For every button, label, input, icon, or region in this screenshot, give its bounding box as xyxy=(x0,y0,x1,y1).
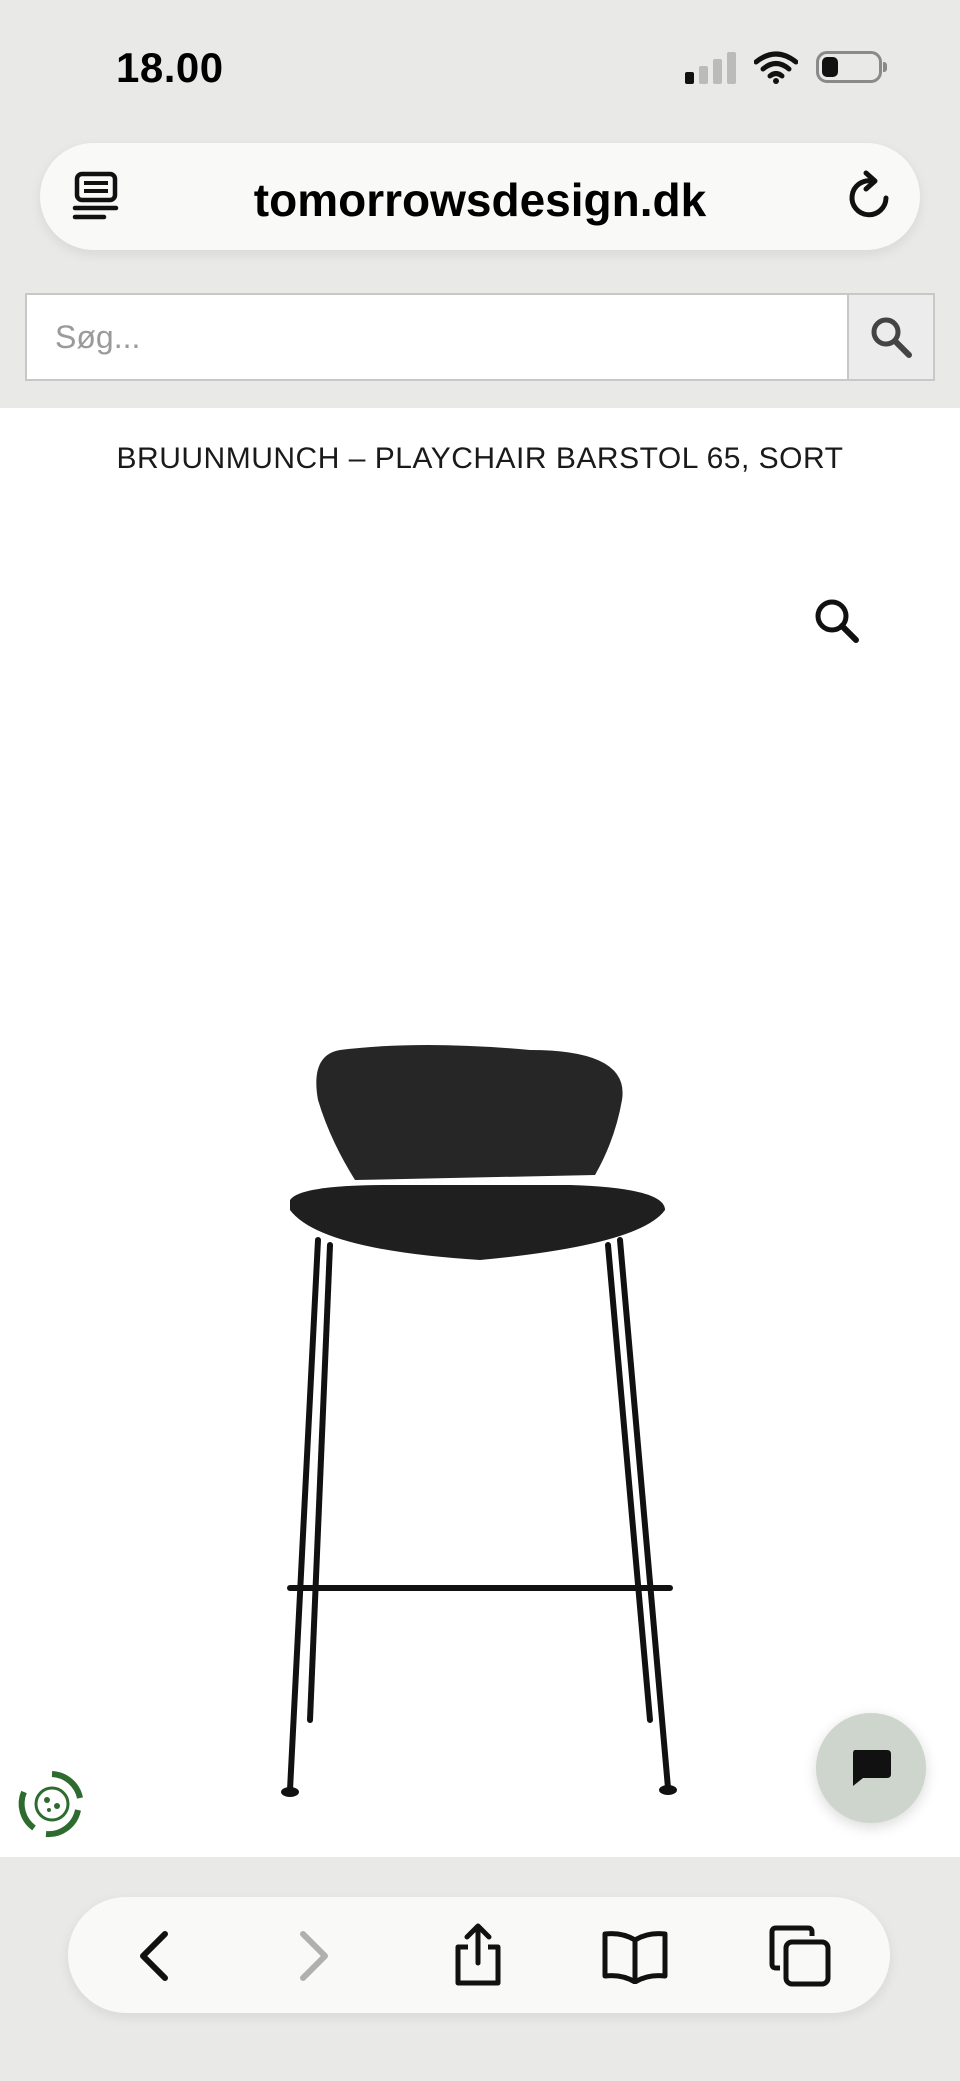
share-icon xyxy=(455,1923,501,1986)
bookmarks-icon xyxy=(602,1931,668,1984)
tabs-icon xyxy=(769,1925,831,1987)
forward-icon xyxy=(300,1931,328,1981)
tabs-button[interactable] xyxy=(765,1921,835,1991)
status-icons xyxy=(685,50,887,84)
forward-button[interactable] xyxy=(278,1921,348,1991)
back-button[interactable] xyxy=(120,1921,190,1991)
product-title: BRUUNMUNCH – PLAYCHAIR BARSTOL 65, SORT xyxy=(116,442,844,475)
top-browser-chrome: 18.00 tomorrowsdesign.dk xyxy=(0,0,960,408)
search-icon xyxy=(871,317,912,358)
back-icon xyxy=(140,1931,168,1981)
chat-bubble-icon xyxy=(853,1750,891,1786)
zoom-icon[interactable] xyxy=(812,596,862,646)
url-text[interactable]: tomorrowsdesign.dk xyxy=(40,173,920,227)
site-search xyxy=(25,293,935,381)
cellular-signal-icon xyxy=(685,50,736,84)
battery-level xyxy=(822,57,839,77)
search-button[interactable] xyxy=(849,293,935,381)
bookmarks-button[interactable] xyxy=(600,1921,670,1991)
wifi-icon xyxy=(754,51,798,84)
cookie-consent-icon[interactable] xyxy=(16,1768,88,1840)
product-image[interactable] xyxy=(270,1030,690,1800)
chat-button[interactable] xyxy=(816,1713,926,1823)
share-button[interactable] xyxy=(443,1921,513,1991)
reload-icon[interactable] xyxy=(842,168,898,224)
search-input[interactable] xyxy=(25,293,849,381)
bottom-browser-chrome xyxy=(0,1857,960,2081)
browser-toolbar xyxy=(68,1897,890,2013)
battery-icon xyxy=(816,51,887,83)
address-bar[interactable]: tomorrowsdesign.dk xyxy=(40,143,920,250)
status-time: 18.00 xyxy=(116,44,224,91)
